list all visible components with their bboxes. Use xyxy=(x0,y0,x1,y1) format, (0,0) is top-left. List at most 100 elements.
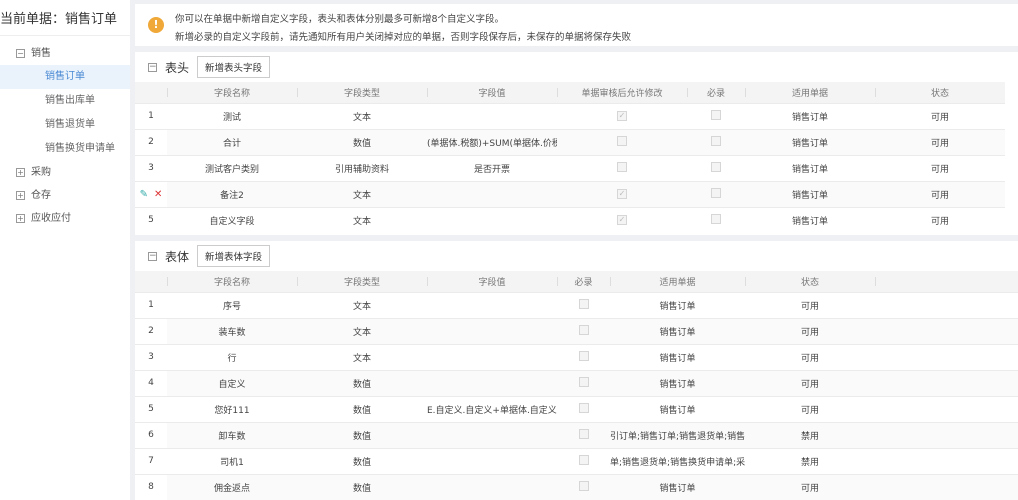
applicable-document: 销售订单 xyxy=(610,473,745,500)
status: 可用 xyxy=(875,206,1005,233)
sidebar-item-sales-exchange[interactable]: 销售换货申请单 xyxy=(0,137,130,161)
applicable-document: 销售订单 xyxy=(745,102,875,129)
field-type: 文本 xyxy=(297,343,427,370)
table-row[interactable]: 2 合计 数值 (单据体.税额)+SUM(单据体.价税 销售订单 可用 xyxy=(135,128,1005,155)
table-row[interactable]: 2 装车数 文本 销售订单 可用 xyxy=(135,317,1018,344)
editable-after-approval-cell xyxy=(557,154,687,181)
row-index: 7 xyxy=(135,447,167,474)
field-value: (单据体.税额)+SUM(单据体.价税 xyxy=(427,128,557,155)
sidebar-item-sales-return[interactable]: 销售退货单 xyxy=(0,113,130,137)
editable-after-approval-cell: ✓ xyxy=(557,180,687,207)
collapse-icon[interactable]: − xyxy=(148,62,157,72)
checkbox xyxy=(578,298,589,309)
status: 可用 xyxy=(745,395,875,422)
empty-cell xyxy=(875,395,1018,422)
applicable-document: 销售订单 xyxy=(610,343,745,370)
sidebar-group-purchase[interactable]: + 采购 xyxy=(0,161,130,184)
column-header: 适用单据 xyxy=(745,82,875,103)
column-header: 必录 xyxy=(557,271,610,292)
editable-after-approval-cell: ✓ xyxy=(557,102,687,129)
warning-icon: ! xyxy=(148,17,164,33)
notice-line-2: 新增必录的自定义字段前，请先通知所有用户关闭掉对应的单据，否则字段保存后，未保存… xyxy=(175,32,632,43)
table-row[interactable]: ✎ ✕ 备注2 文本 ✓ 销售订单 可用 xyxy=(135,180,1005,207)
field-type: 文本 xyxy=(297,317,427,344)
sidebar-group-sales[interactable]: − 销售 xyxy=(0,42,130,65)
required-cell xyxy=(687,154,745,181)
table-row[interactable]: 5 您好111 数值 E.自定义.自定义+单据体.自定义.E 销售订单 可用 xyxy=(135,395,1018,422)
row-index: 1 xyxy=(135,291,167,318)
empty-cell xyxy=(875,421,1018,448)
field-type: 数值 xyxy=(297,447,427,474)
edit-icon[interactable]: ✎ xyxy=(140,189,148,200)
header-fields-section: − 表头 新增表头字段 字段名称 字段类型 字段值 单据审核后允许修改 必录 适用单据 状态 1 测… xyxy=(135,52,1018,235)
checkbox xyxy=(711,161,721,172)
section-title: 表体 xyxy=(165,249,190,264)
expand-icon[interactable]: + xyxy=(16,168,25,177)
applicable-document: 单;销售退货单;销售换货申请单;采 xyxy=(610,447,745,474)
empty-cell xyxy=(875,447,1018,474)
expand-icon[interactable]: + xyxy=(16,214,25,223)
current-document-label: 当前单据：销售订单 xyxy=(0,0,130,36)
table-row[interactable]: 1 测试 文本 ✓ 销售订单 可用 xyxy=(135,102,1005,129)
applicable-document: 销售订单 xyxy=(610,317,745,344)
collapse-icon[interactable]: − xyxy=(16,49,25,58)
field-value xyxy=(427,369,557,396)
sidebar-group-ar-ap[interactable]: + 应收应付 xyxy=(0,207,130,230)
notice-line-1: 你可以在单据中新增自定义字段，表头和表体分别最多可新增8个自定义字段。 xyxy=(175,14,505,25)
field-name: 合计 xyxy=(167,128,297,155)
add-header-field-button[interactable]: 新增表头字段 xyxy=(197,56,271,78)
sidebar-group-warehouse[interactable]: + 仓存 xyxy=(0,184,130,207)
checkbox-checked: ✓ xyxy=(617,189,627,199)
expand-icon[interactable]: + xyxy=(16,191,25,200)
field-value xyxy=(427,206,557,233)
column-header: 字段类型 xyxy=(297,82,427,103)
field-type: 数值 xyxy=(297,395,427,422)
field-name: 自定义 xyxy=(167,369,297,396)
column-header: 单据审核后允许修改 xyxy=(557,82,687,103)
field-value: E.自定义.自定义+单据体.自定义.E xyxy=(427,395,557,422)
checkbox xyxy=(711,213,721,224)
field-name: 自定义字段 xyxy=(167,206,297,233)
table-row[interactable]: 1 序号 文本 销售订单 可用 xyxy=(135,291,1018,318)
sidebar-item-sales-outbound[interactable]: 销售出库单 xyxy=(0,89,130,113)
field-name: 装车数 xyxy=(167,317,297,344)
required-cell xyxy=(557,421,610,448)
applicable-document: 销售订单 xyxy=(610,369,745,396)
applicable-document: 销售订单 xyxy=(745,154,875,181)
field-name: 备注2 xyxy=(167,180,297,207)
delete-icon[interactable]: ✕ xyxy=(154,189,162,200)
section-title: 表头 xyxy=(165,60,190,75)
column-header: 状态 xyxy=(875,82,1005,103)
field-type: 文本 xyxy=(297,180,427,207)
add-body-field-button[interactable]: 新增表体字段 xyxy=(197,245,271,267)
checkbox xyxy=(617,135,627,146)
column-header xyxy=(135,82,167,103)
table-row[interactable]: 8 佣金返点 数值 销售订单 可用 xyxy=(135,473,1018,500)
empty-cell xyxy=(875,317,1018,344)
field-type: 文本 xyxy=(297,291,427,318)
row-index: 8 xyxy=(135,473,167,500)
table-row[interactable]: 6 卸车数 数值 引订单;销售订单;销售退货单;销售i 禁用 xyxy=(135,421,1018,448)
table-row[interactable]: 3 测试客户类别 引用辅助资料 是否开票 销售订单 可用 xyxy=(135,154,1005,181)
empty-cell xyxy=(875,473,1018,500)
row-index: 6 xyxy=(135,421,167,448)
field-value xyxy=(427,343,557,370)
table-row[interactable]: 3 行文本 销售订单 可用 xyxy=(135,343,1018,370)
column-header: 字段值 xyxy=(427,82,557,103)
checkbox xyxy=(578,376,589,387)
column-header: 适用单据 xyxy=(610,271,745,292)
column-header: 状态 xyxy=(745,271,875,292)
empty-cell xyxy=(875,369,1018,396)
table-row[interactable]: 7 司机1 数值 单;销售退货单;销售换货申请单;采 禁用 xyxy=(135,447,1018,474)
required-cell xyxy=(687,128,745,155)
row-index: ✎ ✕ xyxy=(135,180,167,207)
table-row[interactable]: 5 自定义字段 文本 ✓ 销售订单 可用 xyxy=(135,206,1005,233)
required-cell xyxy=(557,473,610,500)
status: 可用 xyxy=(745,369,875,396)
required-cell xyxy=(557,343,610,370)
collapse-icon[interactable]: − xyxy=(148,251,157,261)
status: 可用 xyxy=(745,291,875,318)
table-row[interactable]: 4 自定义 数值 销售订单 可用 xyxy=(135,369,1018,396)
status: 可用 xyxy=(745,317,875,344)
sidebar-item-sales-order[interactable]: 销售订单 xyxy=(0,65,130,89)
